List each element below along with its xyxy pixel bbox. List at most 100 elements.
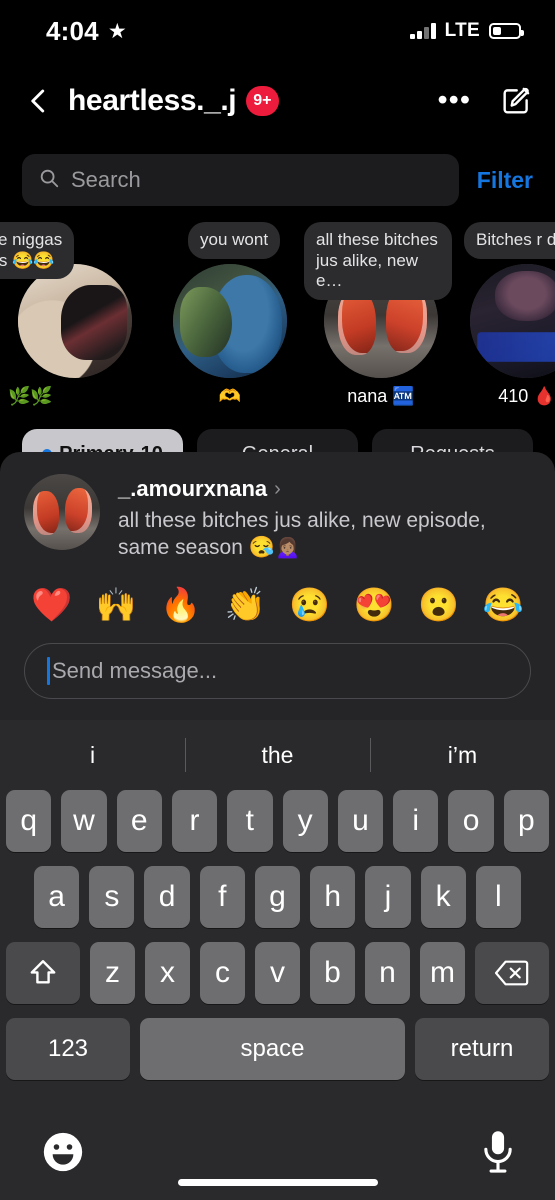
shift-arrow-icon[interactable]	[6, 942, 80, 1004]
key-u[interactable]: u	[337, 790, 384, 852]
text-caret	[47, 656, 50, 685]
network-type-label: LTE	[444, 20, 480, 41]
status-bar-right: LTE	[410, 20, 524, 42]
nav-header: heartless._.j 9+ •••	[0, 62, 555, 140]
notes-carousel[interactable]: ese niggas hes 😂😂 🌿🌿 you wont 🫶 all thes…	[0, 222, 555, 412]
key-y[interactable]: y	[282, 790, 328, 852]
search-icon	[38, 167, 60, 194]
note-avatar[interactable]	[18, 264, 132, 378]
filter-button[interactable]: Filter	[477, 167, 533, 194]
note-item[interactable]: all these bitches jus alike, new e… nana…	[304, 222, 452, 412]
cellular-signal-icon	[410, 23, 436, 39]
more-options-icon[interactable]: •••	[422, 86, 487, 114]
search-row: Search Filter	[0, 152, 555, 208]
note-reply-sheet: _.amourxnana › all these bitches jus ali…	[0, 452, 555, 720]
note-username: 🌿🌿	[8, 386, 53, 406]
note-avatar[interactable]	[470, 264, 555, 378]
prediction-1[interactable]: i	[0, 742, 185, 769]
key-o[interactable]: o	[448, 790, 494, 852]
status-bar-left: 4:04 ★	[46, 16, 127, 47]
key-s[interactable]: s	[89, 866, 135, 928]
key-l[interactable]: l	[475, 866, 521, 928]
chevron-right-icon: ›	[274, 477, 281, 500]
note-item[interactable]: ese niggas hes 😂😂 🌿🌿	[0, 222, 150, 412]
note-item[interactable]: Bitches r dicks 410 🩸	[452, 222, 555, 412]
keyboard-row-3: z x c v b n m	[0, 942, 555, 1004]
key-h[interactable]: h	[310, 866, 356, 928]
key-q[interactable]: q	[6, 790, 52, 852]
reaction-clap[interactable]: 👏	[225, 588, 266, 621]
star-icon: ★	[107, 19, 127, 43]
prediction-2[interactable]: the	[185, 742, 370, 769]
key-k[interactable]: k	[420, 866, 466, 928]
key-j[interactable]: j	[365, 866, 411, 928]
prediction-3[interactable]: i’m	[370, 742, 555, 769]
note-bubble[interactable]: you wont	[188, 222, 281, 259]
avatar[interactable]	[24, 474, 100, 550]
key-v[interactable]: v	[255, 942, 300, 1004]
keyboard-bottom-bar	[0, 1108, 555, 1200]
key-b[interactable]: b	[310, 942, 355, 1004]
reaction-heart-eyes[interactable]: 😍	[354, 588, 395, 621]
key-m[interactable]: m	[420, 942, 465, 1004]
reaction-cry[interactable]: 😢	[289, 588, 330, 621]
note-author-row[interactable]: _.amourxnana ›	[118, 476, 531, 502]
search-input[interactable]: Search	[22, 154, 459, 206]
status-bar: 4:04 ★ LTE	[0, 0, 555, 62]
key-t[interactable]: t	[227, 790, 273, 852]
back-chevron-icon[interactable]	[24, 86, 54, 116]
key-g[interactable]: g	[254, 866, 301, 928]
note-bubble[interactable]: Bitches r dicks	[464, 222, 555, 259]
note-username: nana 🏧	[347, 386, 415, 406]
key-p[interactable]: p	[503, 790, 549, 852]
key-e[interactable]: e	[116, 790, 162, 852]
key-i[interactable]: i	[393, 790, 439, 852]
microphone-dictation-icon[interactable]	[481, 1129, 515, 1180]
onscreen-keyboard: i the i’m q w e r t y u i o p a s d f g …	[0, 720, 555, 1200]
note-bubble[interactable]: ese niggas hes 😂😂	[0, 222, 75, 280]
key-c[interactable]: c	[200, 942, 245, 1004]
numbers-key[interactable]: 123	[6, 1018, 130, 1080]
key-z[interactable]: z	[90, 942, 135, 1004]
quick-reactions-row: ❤️ 🙌 🔥 👏 😢 😍 😮 😂	[24, 588, 531, 621]
unread-badge: 9+	[246, 86, 279, 116]
note-username: 410 🩸	[498, 386, 555, 406]
page-title: heartless._.j	[68, 84, 237, 117]
key-n[interactable]: n	[365, 942, 410, 1004]
note-reply-texts: _.amourxnana › all these bitches jus ali…	[118, 474, 531, 562]
battery-icon	[489, 23, 524, 39]
backspace-delete-icon[interactable]	[475, 942, 549, 1004]
note-avatar[interactable]	[173, 264, 287, 378]
key-a[interactable]: a	[34, 866, 80, 928]
search-placeholder: Search	[71, 167, 141, 192]
note-bubble[interactable]: all these bitches jus alike, new e…	[304, 222, 452, 301]
status-time: 4:04	[46, 15, 99, 46]
key-d[interactable]: d	[144, 866, 190, 928]
reaction-raised-hands[interactable]: 🙌	[96, 588, 137, 621]
note-reply-header: _.amourxnana › all these bitches jus ali…	[24, 474, 531, 562]
keyboard-row-2: a s d f g h j k l	[0, 866, 555, 928]
compose-new-message-icon[interactable]	[499, 84, 533, 118]
note-author-username: _.amourxnana	[118, 476, 268, 501]
instagram-dm-screen: 4:04 ★ LTE heartless._.j 9+ ••• Search F…	[0, 0, 555, 1200]
note-item[interactable]: you wont 🫶	[150, 222, 310, 412]
note-text: all these bitches jus alike, new episode…	[118, 509, 486, 560]
key-x[interactable]: x	[145, 942, 190, 1004]
message-input[interactable]: Send message...	[24, 642, 531, 699]
note-username: 🫶	[218, 386, 242, 406]
home-indicator	[177, 1179, 378, 1186]
reaction-fire[interactable]: 🔥	[160, 588, 201, 621]
reaction-surprised[interactable]: 😮	[418, 588, 459, 621]
key-f[interactable]: f	[199, 866, 245, 928]
key-w[interactable]: w	[61, 790, 107, 852]
predictive-text-bar: i the i’m	[0, 720, 555, 790]
reaction-joy[interactable]: 😂	[483, 588, 524, 621]
keyboard-row-4: 123 space return	[0, 1018, 555, 1080]
reaction-heart[interactable]: ❤️	[31, 588, 72, 621]
emoji-keyboard-icon[interactable]	[40, 1129, 86, 1180]
return-key[interactable]: return	[415, 1018, 549, 1080]
message-input-placeholder: Send message...	[52, 657, 218, 683]
space-key[interactable]: space	[140, 1018, 405, 1080]
key-r[interactable]: r	[171, 790, 218, 852]
keyboard-row-1: q w e r t y u i o p	[0, 790, 555, 852]
